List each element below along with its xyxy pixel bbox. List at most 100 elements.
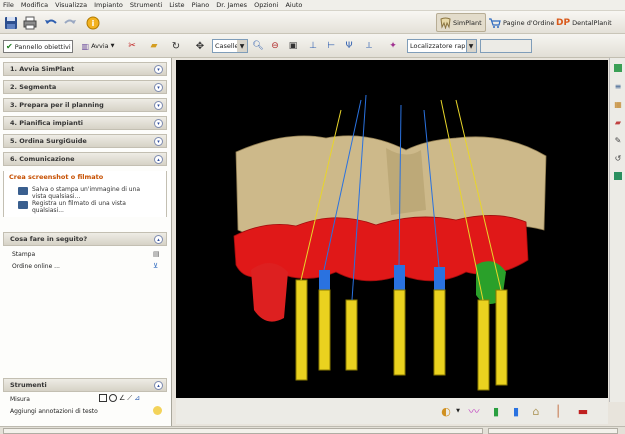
move-button[interactable]: ✥ bbox=[192, 38, 208, 54]
menu-liste[interactable]: Liste bbox=[169, 1, 184, 9]
menu-piano[interactable]: Piano bbox=[192, 1, 210, 9]
bone-button[interactable]: ⌂ bbox=[528, 402, 544, 420]
view-top-button[interactable]: ≡ bbox=[612, 80, 624, 92]
section-pianifica[interactable]: 4. Pianifica impianti ▾ bbox=[3, 116, 167, 130]
zoom-select[interactable]: Caselle ▼ bbox=[212, 39, 248, 53]
status-bar bbox=[0, 426, 625, 434]
view-3d-button[interactable]: ▰ bbox=[612, 116, 624, 128]
view-toolbar: ✔ Pannello obiettivi ▥ Avvia ▼ ✂ ▰ ↻ ✥ C… bbox=[0, 34, 625, 58]
redo-icon bbox=[64, 19, 76, 24]
implant-green-button[interactable]: ▮ bbox=[488, 402, 504, 420]
strumenti-title: Strumenti bbox=[10, 381, 47, 389]
section-prepara[interactable]: 3. Prepara per il planning ▾ bbox=[3, 98, 167, 112]
visibility-button[interactable]: ◐ bbox=[438, 402, 454, 420]
implant-7 bbox=[495, 289, 508, 386]
help-icon: i bbox=[86, 16, 100, 29]
axis-button[interactable]: ⊢ bbox=[323, 38, 339, 54]
line-tool-icon[interactable]: ⟋ bbox=[127, 394, 132, 403]
redo-button[interactable] bbox=[61, 14, 79, 31]
cart-small-icon: ⊻ bbox=[153, 262, 159, 270]
ordine-online-link[interactable]: Ordine online ... bbox=[12, 263, 60, 270]
circle-tool-icon[interactable] bbox=[109, 394, 117, 402]
chart-tool-icon[interactable]: ⊿ bbox=[134, 394, 140, 403]
view-tool-button[interactable]: ✎ bbox=[612, 134, 624, 146]
record-movie-link[interactable]: Registra un filmato di una vista qualsia… bbox=[32, 200, 152, 214]
menu-impianto[interactable]: Impianto bbox=[94, 1, 123, 9]
guide-button[interactable]: ▬ bbox=[572, 402, 594, 420]
tab-simplant[interactable]: SimPlant bbox=[436, 13, 486, 32]
main-toolbar: i SimPlant Pagine d'Ordine DP DentalPlan… bbox=[0, 11, 625, 34]
nerve-button[interactable]: 〰 bbox=[466, 402, 482, 420]
undo-button[interactable] bbox=[42, 14, 60, 31]
next-steps-header[interactable]: Cosa fare in seguito? ▴ bbox=[3, 232, 167, 246]
stampa-link[interactable]: Stampa bbox=[12, 251, 35, 258]
menu-strumenti[interactable]: Strumenti bbox=[130, 1, 162, 9]
menu-file[interactable]: File bbox=[3, 1, 14, 9]
fit-button[interactable]: ▣ bbox=[285, 38, 301, 54]
square-tool-icon[interactable] bbox=[99, 394, 107, 402]
bone-icon: ⌂ bbox=[532, 404, 540, 418]
axis-icon: ⊢ bbox=[327, 41, 335, 51]
tool-icon: ✎ bbox=[614, 135, 622, 145]
menu-modifica[interactable]: Modifica bbox=[21, 1, 48, 9]
chevron-down-icon: ▾ bbox=[154, 65, 163, 74]
menu-visualizza[interactable]: Visualizza bbox=[55, 1, 87, 9]
reset-view-button[interactable]: ↺ bbox=[612, 152, 624, 164]
section-comunicazione[interactable]: 6. Comunicazione ▴ bbox=[3, 152, 167, 166]
compass-button[interactable]: ✦ bbox=[385, 38, 401, 54]
print-button[interactable] bbox=[21, 14, 39, 31]
implant-4 bbox=[393, 265, 406, 376]
implant-green-icon: ▮ bbox=[492, 404, 500, 418]
section-segmenta[interactable]: 2. Segmenta ▾ bbox=[3, 80, 167, 94]
rotate-button[interactable]: ↻ bbox=[168, 38, 184, 54]
dp-logo-icon: DP bbox=[556, 17, 571, 28]
panel-checkbox[interactable]: ✔ Pannello obiettivi bbox=[3, 40, 73, 53]
annotazioni-link[interactable]: Aggiungi annotazioni di testo bbox=[10, 408, 98, 415]
tab-dentalplanit[interactable]: DP DentalPlanit bbox=[553, 13, 615, 32]
move-icon: ✥ bbox=[195, 40, 205, 52]
menu-opzioni[interactable]: Opzioni bbox=[254, 1, 278, 9]
save-button[interactable] bbox=[2, 14, 20, 31]
view-front-button[interactable] bbox=[612, 62, 624, 74]
chevron-down-icon: ▼ bbox=[467, 40, 476, 52]
help-button[interactable]: i bbox=[84, 14, 102, 31]
save-screenshot-link[interactable]: Salva o stampa un'immagine di una vista … bbox=[32, 186, 152, 200]
view-side-button[interactable]: ▦ bbox=[612, 98, 624, 110]
tab-pagine-ordine[interactable]: Pagine d'Ordine bbox=[486, 13, 557, 32]
section-ordina[interactable]: 5. Ordina SurgiGuide ▾ bbox=[3, 134, 167, 148]
implant-5 bbox=[433, 267, 446, 376]
status-cell-right bbox=[488, 428, 618, 434]
section-label: 4. Pianifica impianti bbox=[10, 119, 84, 127]
implant-6 bbox=[477, 299, 490, 391]
print-icon bbox=[23, 16, 37, 29]
pin-button[interactable]: ⟂ bbox=[361, 38, 377, 54]
localizer-dropdown-button[interactable]: ▼ bbox=[467, 39, 477, 53]
guide-icon: ▬ bbox=[577, 404, 589, 418]
implant-view-button[interactable]: ⊥ bbox=[305, 38, 321, 54]
section-avvia-simplant[interactable]: 1. Avvia SimPlant ▾ bbox=[3, 62, 167, 76]
menu-dr-james[interactable]: Dr. James bbox=[216, 1, 247, 9]
fit-icon: ▣ bbox=[288, 41, 298, 51]
avvia-button[interactable]: ▥ Avvia ▼ bbox=[78, 38, 118, 54]
zoom-out-button[interactable]: ⊖ bbox=[267, 38, 283, 54]
folder-button[interactable]: ▰ bbox=[146, 38, 162, 54]
angle-tool-icon[interactable]: ∠ bbox=[119, 394, 125, 403]
folder-icon: ▰ bbox=[150, 41, 158, 51]
section-label: 1. Avvia SimPlant bbox=[10, 65, 75, 73]
status-cell-main bbox=[3, 428, 483, 434]
menu-aiuto[interactable]: Aiuto bbox=[285, 1, 302, 9]
box-view-button[interactable] bbox=[612, 170, 624, 182]
implant-blue-button[interactable]: ▮ bbox=[508, 402, 524, 420]
scissors-button[interactable]: ✂ bbox=[124, 38, 140, 54]
strumenti-header[interactable]: Strumenti ▴ bbox=[3, 378, 167, 392]
visibility-dropdown[interactable]: ▼ bbox=[454, 402, 462, 420]
empty-select[interactable] bbox=[480, 39, 532, 53]
pin-object-button[interactable]: │ bbox=[550, 402, 566, 420]
dropdown-icon: ▼ bbox=[110, 43, 115, 49]
workflow-panel: 1. Avvia SimPlant ▾ 2. Segmenta ▾ 3. Pre… bbox=[0, 58, 172, 426]
3d-viewport[interactable] bbox=[176, 60, 608, 398]
localizer-select[interactable]: Localizzatore rapi bbox=[407, 39, 467, 53]
fork-button[interactable]: Ψ bbox=[341, 38, 357, 54]
menu-bar: File Modifica Visualizza Impianto Strume… bbox=[0, 0, 625, 11]
zoom-button[interactable]: 🔍︎ bbox=[250, 38, 266, 54]
